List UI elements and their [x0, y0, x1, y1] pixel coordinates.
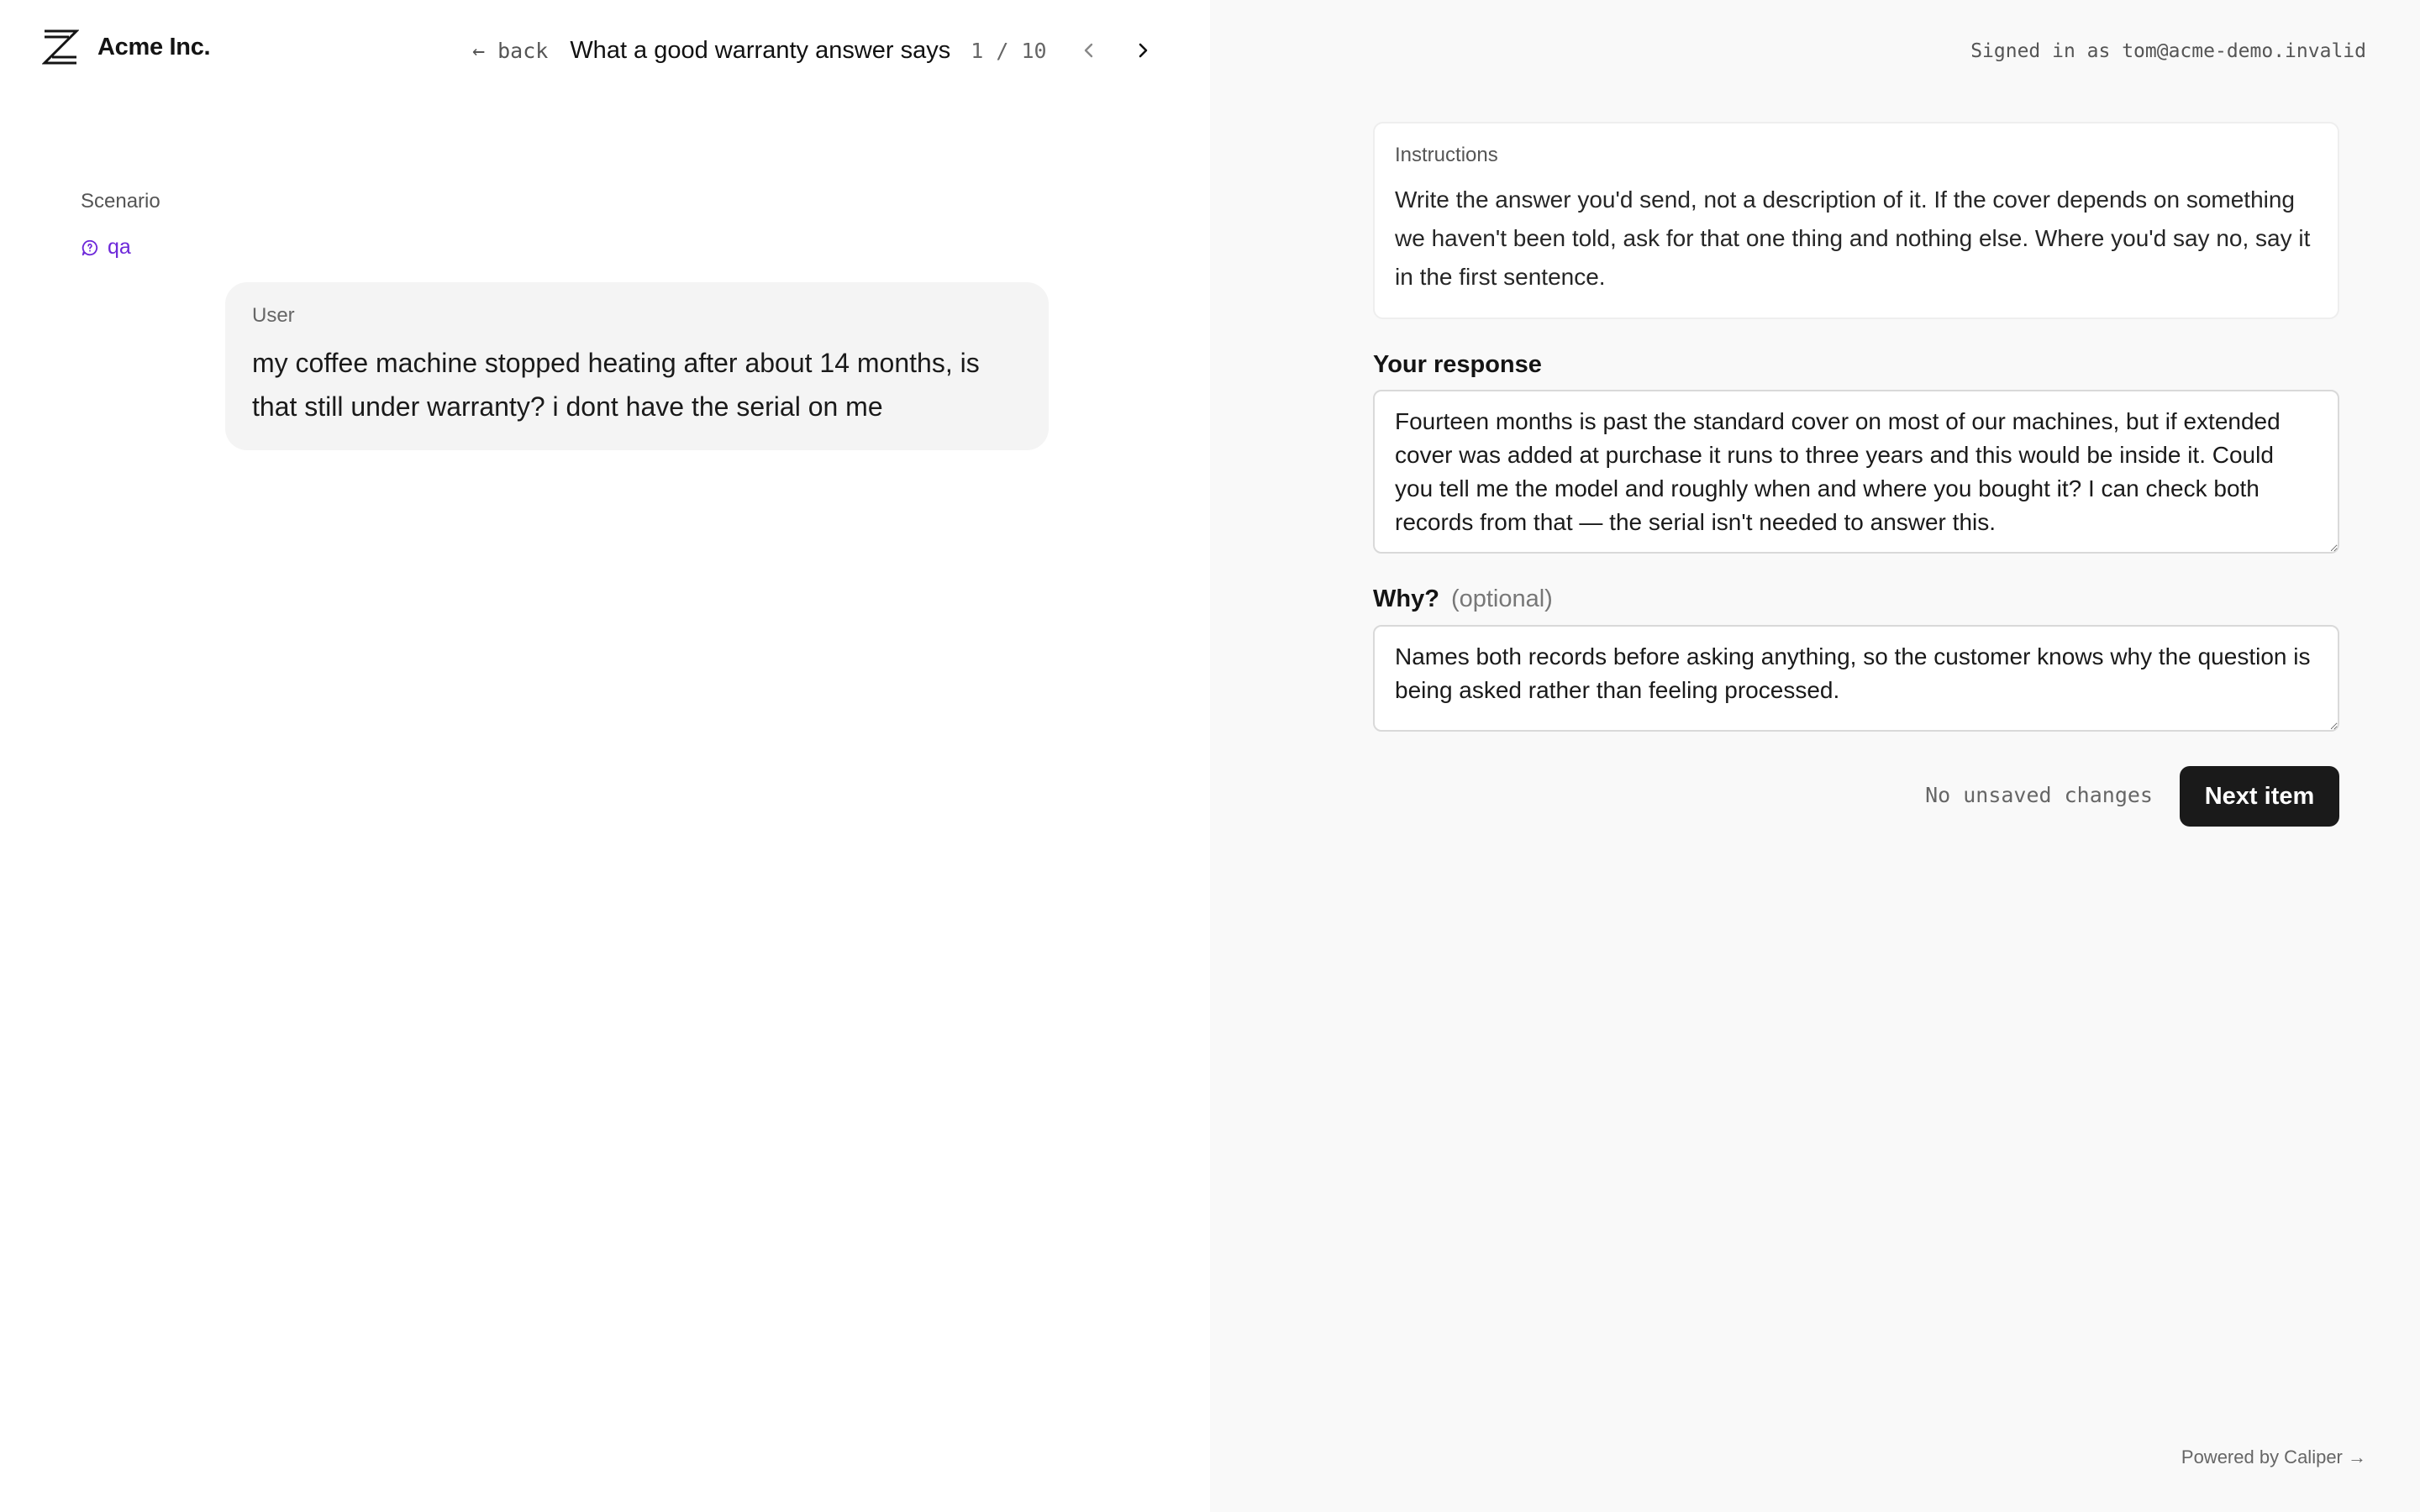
message-text: my coffee machine stopped heating after …: [252, 348, 980, 422]
previous-item-button[interactable]: [1071, 32, 1107, 69]
scenario-label: Scenario: [81, 190, 160, 213]
user-message-bubble: User my coffee machine stopped heating a…: [225, 282, 1049, 450]
response-label-text: Your response: [1373, 351, 1542, 378]
save-status: No unsaved changes: [1925, 783, 2153, 807]
item-counter: 1 / 10: [971, 38, 1047, 63]
instructions-card: Instructions Write the answer you'd send…: [1373, 122, 2339, 319]
chat-bubble-icon: [82, 239, 97, 255]
z-logo-icon: [42, 29, 79, 65]
left-pane: Acme Inc. ← back What a good warranty an…: [0, 0, 1210, 1512]
response-textarea[interactable]: Fourteen months is past the standard cov…: [1373, 390, 2339, 554]
instructions-text: Write the answer you'd send, not a descr…: [1395, 186, 2311, 290]
chevron-left-icon: [1084, 43, 1092, 58]
scenario-tag-label: qa: [108, 235, 131, 259]
instructions-label: Instructions: [1395, 144, 1498, 166]
item-title: What a good warranty answer says: [570, 36, 951, 64]
why-label-text: Why?: [1373, 585, 1439, 612]
brand-name: Acme Inc.: [97, 33, 211, 60]
brand[interactable]: Acme Inc.: [42, 29, 211, 66]
scenario-tag: qa: [81, 235, 131, 260]
back-link[interactable]: ← back: [472, 39, 548, 63]
why-optional-label: (optional): [1450, 585, 1553, 612]
powered-by-link[interactable]: Powered by Caliper →: [2181, 1446, 2366, 1468]
signed-in-status: Signed in as tom@acme-demo.invalid: [1970, 40, 2366, 62]
next-item-arrow-button[interactable]: [1124, 32, 1161, 69]
chevron-right-icon: [1139, 43, 1147, 58]
response-label: Your response: [1373, 351, 1542, 379]
why-textarea[interactable]: Names both records before asking anythin…: [1373, 625, 2339, 732]
why-label: Why? (optional): [1373, 585, 1553, 613]
next-item-button[interactable]: Next item: [2180, 766, 2339, 827]
item-navigation: ← back What a good warranty answer says …: [472, 30, 1161, 71]
message-role: User: [252, 304, 295, 327]
